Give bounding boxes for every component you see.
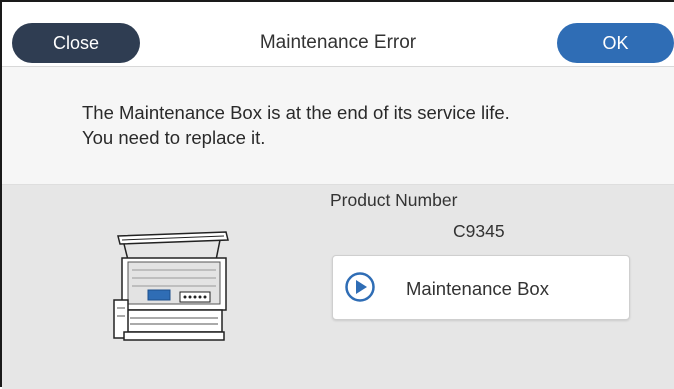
play-circle-icon bbox=[345, 272, 375, 302]
ok-button-label: OK bbox=[602, 32, 629, 53]
message-panel: The Maintenance Box is at the end of its… bbox=[2, 67, 674, 185]
error-message-line-1: The Maintenance Box is at the end of its… bbox=[82, 102, 510, 123]
printer-illustration bbox=[113, 231, 229, 341]
error-message-line-2: You need to replace it. bbox=[82, 127, 266, 148]
dialog-frame: Close Maintenance Error OK The Maintenan… bbox=[0, 0, 674, 389]
maintenance-box-label: Maintenance Box bbox=[406, 278, 549, 299]
maintenance-box-button[interactable]: Maintenance Box bbox=[332, 255, 630, 320]
product-number-label: Product Number bbox=[330, 190, 458, 210]
error-message: The Maintenance Box is at the end of its… bbox=[82, 100, 642, 150]
product-number-value: C9345 bbox=[453, 221, 505, 241]
dialog-header: Close Maintenance Error OK bbox=[2, 2, 674, 67]
ok-button[interactable]: OK bbox=[557, 23, 674, 63]
